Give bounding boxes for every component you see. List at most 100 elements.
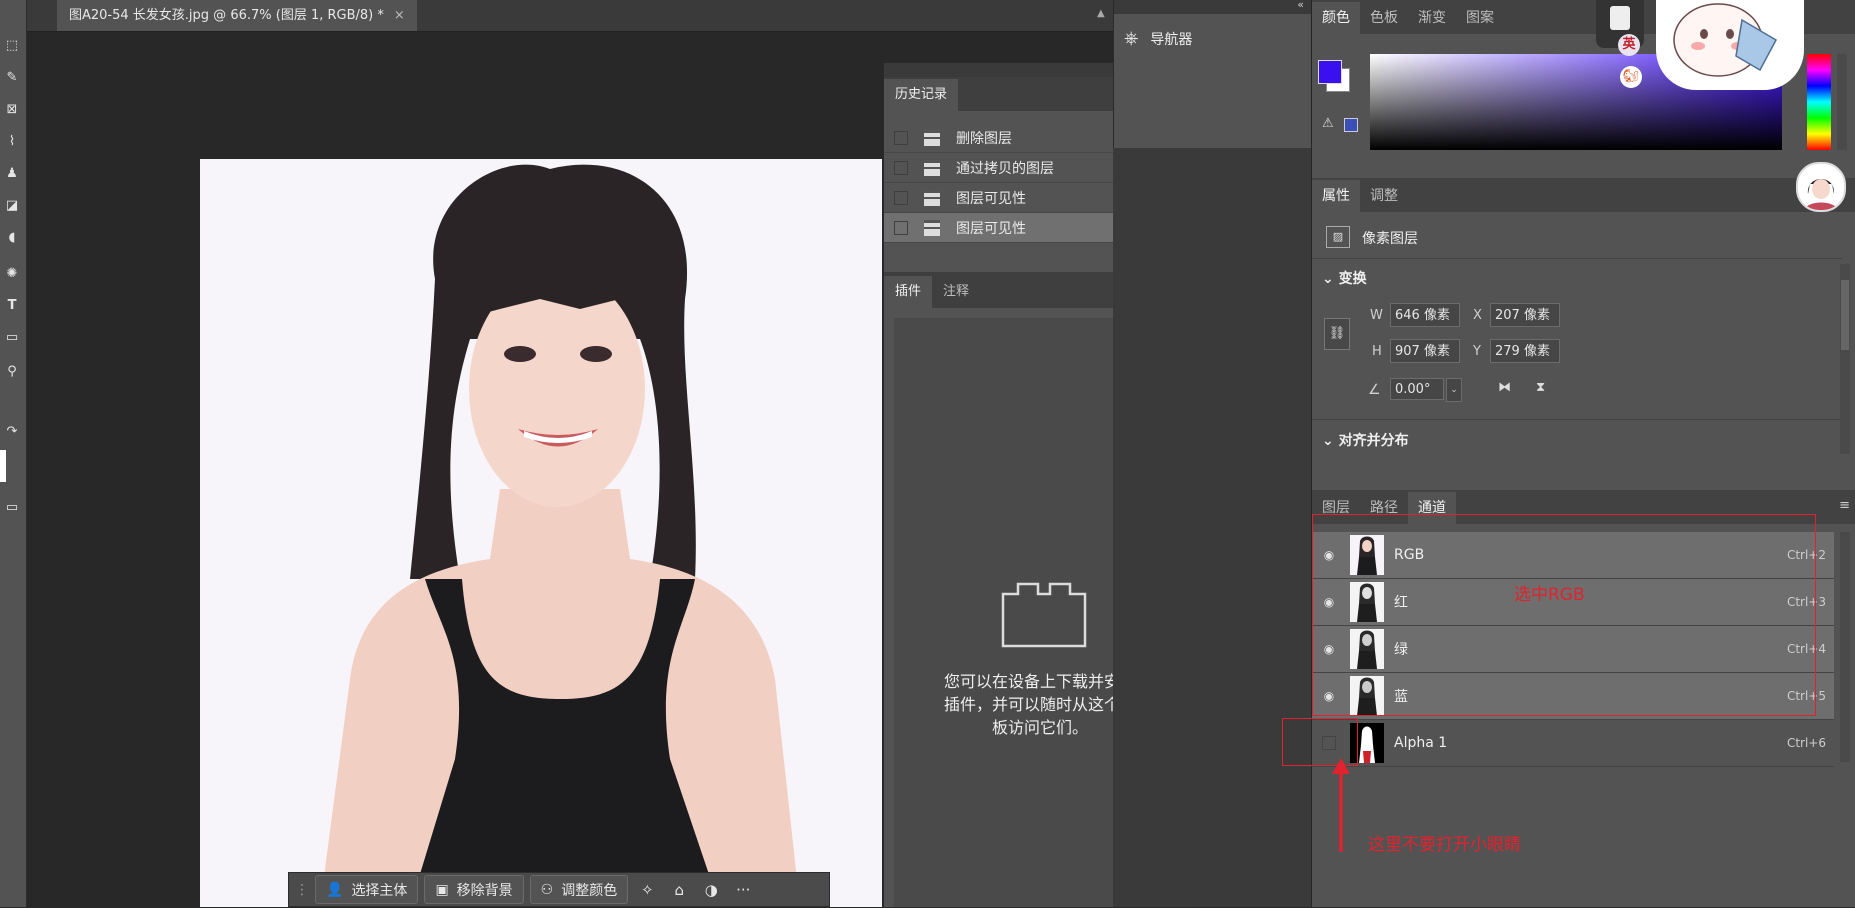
document-icon xyxy=(924,129,940,146)
avatar-image xyxy=(1798,164,1844,210)
document-title: 图A20-54 长发女孩.jpg @ 66.7% (图层 1, RGB/8) * xyxy=(69,8,384,23)
angle-field[interactable]: 0.00° xyxy=(1390,378,1444,400)
navigator-label: 导航器 xyxy=(1150,31,1193,48)
navigator-button[interactable]: ⎈ 导航器 xyxy=(1124,28,1192,49)
expand-icon[interactable]: « xyxy=(1297,0,1304,11)
scroll-up-icon[interactable]: ▲ xyxy=(1097,8,1105,19)
swap-colors-icon[interactable]: ↷ xyxy=(2,422,22,442)
cartoon-cat-sticker xyxy=(1673,3,1778,77)
remove-background-button[interactable]: ▣ 移除背景 xyxy=(424,875,524,904)
document-image[interactable] xyxy=(200,159,882,907)
channel-shortcut: Ctrl+6 xyxy=(1786,736,1826,750)
annotation-select-rgb: 选中RGB xyxy=(1514,585,1585,605)
tab-swatches[interactable]: 色板 xyxy=(1360,2,1408,34)
channel-name: Alpha 1 xyxy=(1394,735,1448,751)
more-options-button[interactable]: ··· xyxy=(730,881,756,899)
transform-title: 变换 xyxy=(1338,271,1367,287)
snapshot-checkbox[interactable] xyxy=(894,160,908,175)
ime-indicator[interactable]: 英 xyxy=(1618,34,1640,56)
web-safe-swatch[interactable] xyxy=(1344,118,1358,132)
history-item-label: 通过拷贝的图层 xyxy=(956,160,1054,177)
scroll-thumb[interactable] xyxy=(1841,280,1849,350)
flip-horizontal-icon[interactable]: ⧓ xyxy=(1498,380,1511,395)
hue-slider[interactable] xyxy=(1807,54,1831,150)
tab-adjustments[interactable]: 调整 xyxy=(1360,180,1408,212)
screen-mode-icon[interactable]: ▭ xyxy=(2,498,22,518)
history-item-label: 图层可见性 xyxy=(956,220,1026,237)
snapshot-checkbox[interactable] xyxy=(894,190,908,205)
right-panel-dock: 颜色 色板 渐变 图案 ⚠ 属性 调整 ▨ 像素图层 ⌄ 变换 ⛓ W 646 … xyxy=(1311,0,1855,907)
foreground-swatch[interactable] xyxy=(0,450,6,482)
contextual-task-bar: ⋮ 👤 选择主体 ▣ 移除背景 ⚇ 调整颜色 ✧ ⌂ ◑ ··· xyxy=(288,872,830,907)
link-dimensions-icon[interactable]: ⛓ xyxy=(1324,318,1350,350)
panel-gap xyxy=(1113,148,1311,907)
zoom-tool-icon[interactable]: ⚲ xyxy=(2,362,22,382)
gamut-warning-icon[interactable]: ⚠ xyxy=(1322,116,1334,131)
document-icon xyxy=(924,159,940,176)
adjust-color-button[interactable]: ⚇ 调整颜色 xyxy=(529,875,629,904)
document-icon xyxy=(924,219,940,236)
tab-patterns[interactable]: 图案 xyxy=(1456,2,1504,34)
channel-row-alpha[interactable]: Alpha 1 Ctrl+6 xyxy=(1312,720,1834,767)
color-scrollbar[interactable] xyxy=(1837,54,1847,150)
chevron-down-icon: ⌄ xyxy=(1322,271,1339,287)
annotation-arrow-icon xyxy=(1332,758,1350,852)
snapshot-checkbox[interactable] xyxy=(894,220,908,235)
snapshot-checkbox[interactable] xyxy=(894,130,908,145)
tab-notes[interactable]: 注释 xyxy=(932,276,980,308)
healing-tool-icon[interactable]: ⌇ xyxy=(2,132,22,152)
align-title: 对齐并分布 xyxy=(1338,433,1409,449)
pixel-layer-icon: ▨ xyxy=(1326,226,1350,248)
squirrel-icon[interactable]: 🐿 xyxy=(1620,66,1642,88)
magic-wand-icon[interactable]: ✧ xyxy=(634,881,660,899)
height-field[interactable]: 907 像素 xyxy=(1390,339,1460,363)
brush-tool-icon[interactable]: ✎ xyxy=(2,68,22,88)
user-avatar[interactable] xyxy=(1796,162,1846,212)
channels-scrollbar[interactable] xyxy=(1840,532,1850,762)
layer-type-label: 像素图层 xyxy=(1362,231,1418,247)
marquee-tool-icon[interactable]: ⬚ xyxy=(2,36,22,56)
foreground-color-swatch[interactable] xyxy=(1318,60,1342,84)
divider xyxy=(1312,258,1842,259)
y-label: Y xyxy=(1473,344,1481,359)
document-tab[interactable]: 图A20-54 长发女孩.jpg @ 66.7% (图层 1, RGB/8) *… xyxy=(57,0,417,31)
tab-properties[interactable]: 属性 xyxy=(1312,180,1360,212)
transform-icon[interactable]: ⌂ xyxy=(666,881,692,899)
sticker-image xyxy=(1656,0,1804,90)
flip-vertical-icon[interactable]: ⧗ xyxy=(1536,380,1545,395)
tab-history[interactable]: 历史记录 xyxy=(884,79,959,111)
annotation-no-eye: 这里不要打开小眼睛 xyxy=(1368,835,1521,855)
x-field[interactable]: 207 像素 xyxy=(1490,303,1560,327)
select-subject-label: 选择主体 xyxy=(351,882,408,899)
drag-handle-icon[interactable]: ⋮ xyxy=(295,882,309,898)
mask-icon[interactable]: ◑ xyxy=(698,881,724,899)
strip-header: « xyxy=(1114,0,1312,14)
tab-gradients[interactable]: 渐变 xyxy=(1408,2,1456,34)
transform-section[interactable]: ⌄ 变换 xyxy=(1322,268,1367,288)
align-distribute-section[interactable]: ⌄ 对齐并分布 xyxy=(1322,430,1409,450)
remove-background-label: 移除背景 xyxy=(456,882,513,899)
angle-dropdown-icon[interactable]: ⌄ xyxy=(1446,378,1462,402)
type-tool-icon[interactable]: T xyxy=(2,296,22,316)
close-tab-icon[interactable]: × xyxy=(394,0,405,31)
properties-scrollbar[interactable] xyxy=(1840,264,1850,454)
history-item-label: 图层可见性 xyxy=(956,190,1026,207)
eraser-tool-icon[interactable]: ◪ xyxy=(2,196,22,216)
width-field[interactable]: 646 像素 xyxy=(1390,303,1460,327)
adjust-color-label: 调整颜色 xyxy=(561,882,618,899)
blur-tool-icon[interactable]: ◖ xyxy=(2,228,22,248)
stamp-tool-icon[interactable]: ♟ xyxy=(2,164,22,184)
crop-tool-icon[interactable]: ⊠ xyxy=(2,100,22,120)
document-tab-bar: 图A20-54 长发女孩.jpg @ 66.7% (图层 1, RGB/8) *… xyxy=(27,0,1113,32)
sponge-tool-icon[interactable]: ✺ xyxy=(2,264,22,284)
shape-tool-icon[interactable]: ▭ xyxy=(2,328,22,348)
tab-color[interactable]: 颜色 xyxy=(1312,2,1360,34)
panel-menu-icon[interactable]: ≡ xyxy=(1839,498,1850,513)
document-icon xyxy=(924,189,940,206)
tab-plugins[interactable]: 插件 xyxy=(884,276,933,308)
select-subject-button[interactable]: 👤 选择主体 xyxy=(315,875,419,904)
plugin-brick-icon xyxy=(1001,582,1087,648)
tools-panel: ⬚ ✎ ⊠ ⌇ ♟ ◪ ◖ ✺ T ▭ ⚲ ↷ ▭ xyxy=(0,0,27,907)
y-field[interactable]: 279 像素 xyxy=(1490,339,1560,363)
properties-tabs: 属性 调整 xyxy=(1312,178,1855,212)
